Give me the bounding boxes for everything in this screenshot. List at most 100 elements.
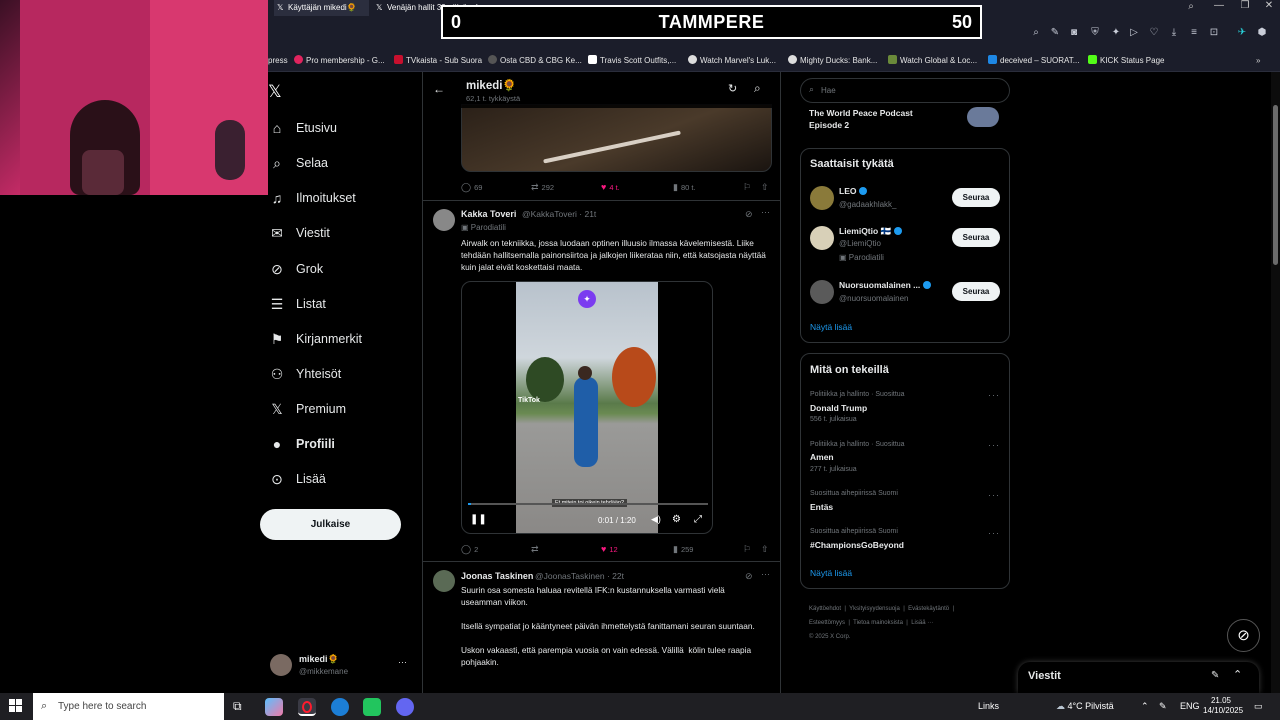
weather-widget[interactable]: ☁ 4°C Pilvistä xyxy=(1056,693,1114,720)
task-view-icon[interactable]: ⧉ xyxy=(233,699,242,714)
views-button[interactable]: ▮ 259 xyxy=(673,542,693,557)
x-logo-icon[interactable]: 𝕏 xyxy=(268,82,288,102)
tweet-media[interactable] xyxy=(461,104,772,172)
bookmark-button[interactable]: ⚐ xyxy=(743,542,754,557)
show-more-link[interactable]: Näytä lisää xyxy=(810,568,852,578)
pen-icon[interactable]: ✎ xyxy=(1159,693,1167,720)
bookmark-item[interactable]: Watch Marvel's Luk... xyxy=(688,54,776,68)
grok-float-button[interactable]: ⊘ xyxy=(1227,619,1260,652)
bookmark-item[interactable]: Travis Scott Outfits,... xyxy=(588,54,676,68)
pause-icon[interactable]: ❚❚ xyxy=(470,514,487,525)
aria-icon[interactable]: ✈ xyxy=(1236,27,1248,39)
tab-active[interactable]: 𝕏 Käyttäjän mikedi🌻 xyxy=(274,0,369,16)
podcast-title[interactable]: The World Peace Podcast Episode 2 xyxy=(809,107,939,131)
minimize-icon[interactable]: — xyxy=(1212,0,1226,14)
follow-button[interactable]: Seuraa xyxy=(952,228,1000,247)
camera-icon[interactable]: ◙ xyxy=(1068,27,1080,39)
settings-icon[interactable]: ⚙ xyxy=(672,514,681,525)
grok-icon[interactable]: ⊘ xyxy=(745,571,753,582)
windows-start-icon[interactable] xyxy=(9,699,23,713)
notification-icon[interactable]: ▭ xyxy=(1254,693,1263,720)
like-button[interactable]: ♥ 4 t. xyxy=(601,180,620,195)
grok-icon[interactable]: ⊘ xyxy=(745,209,753,220)
cube-icon[interactable]: ⬢ xyxy=(1256,27,1268,39)
shield-icon[interactable]: ⛨ xyxy=(1089,27,1101,39)
user-name[interactable]: Nuorsuomalainen ... xyxy=(839,280,932,290)
user-name[interactable]: LEO xyxy=(839,186,868,196)
avatar[interactable] xyxy=(810,226,834,250)
footer-link[interactable]: Käyttöehdot xyxy=(809,606,841,612)
spreadsheet-icon[interactable] xyxy=(363,698,381,716)
back-arrow-icon[interactable]: ← xyxy=(433,82,445,96)
bookmark-item[interactable]: Pro membership - G... xyxy=(294,54,385,68)
share-button[interactable]: ⇧ xyxy=(761,180,772,195)
trend-name[interactable]: Donald Trump xyxy=(810,403,867,413)
trend-name[interactable]: Amen xyxy=(810,452,834,462)
bookmark-item[interactable]: Watch Global & Loc... xyxy=(888,54,977,68)
footer-link[interactable]: Evästekäytäntö xyxy=(908,606,949,612)
like-button[interactable]: ♥ 12 xyxy=(601,542,618,557)
tweet-author-name[interactable]: Kakka Toveri xyxy=(461,209,516,219)
post-button[interactable]: Julkaise xyxy=(260,509,401,540)
compose-message-icon[interactable]: ✎ xyxy=(1211,670,1219,681)
close-window-icon[interactable]: ✕ xyxy=(1262,0,1276,14)
edge-icon[interactable] xyxy=(331,698,349,716)
search-box[interactable]: ⌕ Hae xyxy=(800,78,1010,103)
bookmarks-overflow-icon[interactable]: » xyxy=(1256,54,1260,68)
maximize-icon[interactable]: ❐ xyxy=(1238,0,1252,14)
trend-name[interactable]: Entäs xyxy=(810,502,833,512)
fullscreen-icon[interactable]: ⤢ xyxy=(694,514,702,525)
more-dots-icon[interactable]: ··· xyxy=(761,569,770,579)
bookmark-item[interactable]: KICK Status Page xyxy=(1088,54,1164,68)
avatar[interactable] xyxy=(433,570,455,592)
search-tabs-icon[interactable]: ⌕ xyxy=(1184,1,1198,15)
language-indicator[interactable]: ENG xyxy=(1180,693,1200,720)
bookmark-item[interactable]: Osta CBD & CBG Ke... xyxy=(488,54,582,68)
discord-icon[interactable] xyxy=(396,698,414,716)
footer-link[interactable]: Tietoa mainoksista xyxy=(853,620,903,626)
more-dots-icon[interactable]: ··· xyxy=(988,528,1000,538)
account-switcher[interactable]: mikedi🌻 @mikkemane ··· xyxy=(270,652,410,682)
more-dots-icon[interactable]: ··· xyxy=(988,440,1000,450)
more-dots-icon[interactable]: ··· xyxy=(761,207,770,217)
footer-link[interactable]: Yksityisyydensuoja xyxy=(849,606,900,612)
taskbar-search[interactable]: ⌕ Type here to search xyxy=(33,693,224,720)
copilot-icon[interactable] xyxy=(265,698,283,716)
bookmark-item[interactable]: Mighty Ducks: Bank... xyxy=(788,54,877,68)
retweet-button[interactable]: ⇄ xyxy=(531,542,542,557)
reply-button[interactable]: ◯ 2 xyxy=(461,542,478,557)
bookmark-item[interactable]: TVkaista - Sub Suora xyxy=(394,54,482,68)
footer-link[interactable]: Esteettömyys xyxy=(809,620,845,626)
avatar[interactable] xyxy=(810,280,834,304)
sparkle-icon[interactable]: ✦ xyxy=(578,290,596,308)
tweet-author-handle[interactable]: @JoonasTaskinen · 22t xyxy=(535,571,624,581)
footer-link[interactable]: Lisää ··· xyxy=(911,620,933,626)
trend-name[interactable]: #ChampionsGoBeyond xyxy=(810,540,904,550)
show-more-link[interactable]: Näytä lisää xyxy=(810,322,852,332)
volume-icon[interactable]: ◀) xyxy=(651,514,661,525)
messages-dock[interactable]: Viestit ✎ ⌃ xyxy=(1018,662,1259,693)
follow-button[interactable]: Seuraa xyxy=(952,188,1000,207)
chevron-up-icon[interactable]: ⌃ xyxy=(1141,693,1149,720)
clock[interactable]: 21.05 14/10/2025 xyxy=(1203,696,1243,716)
menu-icon[interactable]: ≡ xyxy=(1188,27,1200,39)
heart-icon[interactable]: ♡ xyxy=(1148,27,1160,39)
scrollbar-thumb[interactable] xyxy=(1273,105,1278,265)
tweet-author-handle[interactable]: @KakkaToveri · 21t xyxy=(522,209,596,219)
edit-icon[interactable]: ✎ xyxy=(1049,27,1061,39)
opera-icon[interactable] xyxy=(298,698,316,716)
retweet-button[interactable]: ⇄ 292 xyxy=(531,180,554,195)
video-player[interactable]: TikTok Et mitein toi oikein tehdään? ✦ ❚… xyxy=(461,281,713,534)
share-button[interactable]: ⇧ xyxy=(761,542,772,557)
lock-icon[interactable]: ⊡ xyxy=(1208,27,1220,39)
search-icon[interactable]: ⌕ xyxy=(1030,27,1042,39)
views-button[interactable]: ▮ 80 t. xyxy=(673,180,696,195)
more-dots-icon[interactable]: ··· xyxy=(988,390,1000,400)
more-dots-icon[interactable]: ··· xyxy=(988,490,1000,500)
follow-button[interactable]: Seuraa xyxy=(952,282,1000,301)
video-progress[interactable] xyxy=(468,503,708,505)
links-toolbar[interactable]: Links xyxy=(978,693,999,720)
search-icon[interactable]: ⌕ xyxy=(754,81,761,96)
extension-icon[interactable]: ✦ xyxy=(1110,27,1122,39)
chevron-up-icon[interactable]: ⌃ xyxy=(1233,668,1242,681)
